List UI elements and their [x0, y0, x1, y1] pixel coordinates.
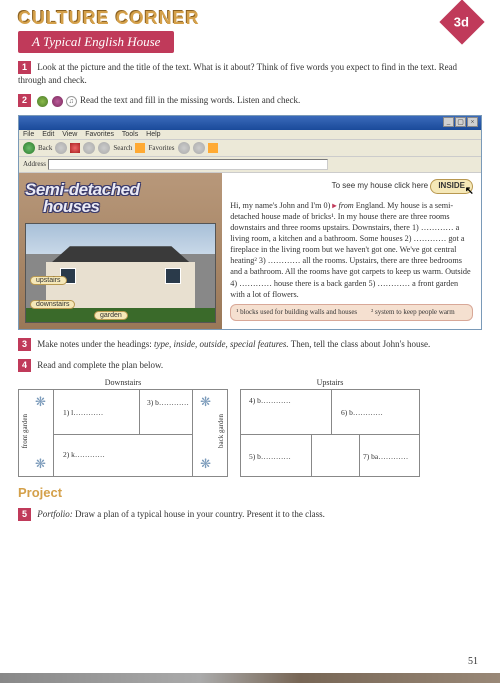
- browser-address-bar: Address: [19, 157, 481, 173]
- task-1: 1 Look at the picture and the title of t…: [18, 61, 482, 86]
- cursor-icon: ↖: [465, 184, 474, 199]
- stop-icon[interactable]: [70, 143, 80, 153]
- browser-titlebar: _ ▢ ×: [19, 116, 481, 130]
- plan-label-4: 4) b…………: [249, 396, 291, 405]
- bottom-strip: [0, 673, 500, 683]
- menu-tools[interactable]: Tools: [122, 131, 138, 138]
- forward-icon[interactable]: [55, 142, 67, 154]
- task-number: 3: [18, 338, 31, 351]
- article-body: Hi, my name's John and I'm 0) ▸ from Eng…: [230, 200, 473, 300]
- unit-badge: 3d: [439, 0, 484, 45]
- menu-view[interactable]: View: [62, 131, 77, 138]
- browser-window: _ ▢ × File Edit View Favorites Tools Hel…: [18, 115, 482, 330]
- label-downstairs: downstairs: [30, 300, 75, 309]
- page-header: 3d CULTURE CORNER A Typical English Hous…: [18, 8, 482, 53]
- browser-menubar: File Edit View Favorites Tools Help: [19, 130, 481, 139]
- menu-help[interactable]: Help: [146, 131, 160, 138]
- plan-label-1: 1) l…………: [63, 408, 103, 417]
- task-number: 2: [18, 94, 31, 107]
- task-number: 5: [18, 508, 31, 521]
- inside-row: To see my house click here INSIDE ↖: [230, 179, 473, 194]
- culture-corner-title: CULTURE CORNER: [18, 8, 482, 29]
- menu-file[interactable]: File: [23, 131, 34, 138]
- floor-plans: Downstairs front garden back garden ❋ ❋ …: [18, 378, 482, 477]
- tree-icon: ❋: [35, 394, 46, 410]
- article-title-line2: houses: [43, 198, 216, 215]
- headphones-icon: ♫: [66, 96, 77, 107]
- task-number: 4: [18, 359, 31, 372]
- browser-content: Semi-detached houses upstairs downstairs…: [19, 173, 481, 329]
- favorites-label[interactable]: Favorites: [148, 144, 174, 152]
- house-image: upstairs downstairs garden: [25, 223, 216, 323]
- plan-label-2: 2) k…………: [63, 450, 105, 459]
- page-number: 51: [468, 656, 478, 667]
- label-upstairs: upstairs: [30, 276, 67, 285]
- menu-favorites[interactable]: Favorites: [85, 131, 114, 138]
- home-icon[interactable]: [98, 142, 110, 154]
- footnote-2: ² system to keep people warm: [371, 308, 455, 317]
- history-icon[interactable]: [193, 142, 205, 154]
- upstairs-plan-wrapper: Upstairs 4) b………… 6) b………… 5) b………… 7) b…: [240, 378, 420, 477]
- footnote-1: ¹ blocks used for building walls and hou…: [236, 308, 357, 317]
- menu-edit[interactable]: Edit: [42, 131, 54, 138]
- plan-label-3: 3) b…………: [147, 398, 189, 407]
- search-label[interactable]: Search: [113, 144, 132, 152]
- footnotes: ¹ blocks used for building walls and hou…: [230, 304, 473, 321]
- downstairs-plan-wrapper: Downstairs front garden back garden ❋ ❋ …: [18, 378, 228, 477]
- task-3: 3 Make notes under the headings: type, i…: [18, 338, 482, 351]
- plan-label-7: 7) ba…………: [363, 452, 408, 461]
- project-heading: Project: [18, 485, 482, 500]
- tree-icon: ❋: [200, 456, 211, 472]
- minimize-button[interactable]: _: [443, 117, 454, 127]
- task-5: 5 Portfolio: Draw a plan of a typical ho…: [18, 508, 482, 521]
- task-text: Look at the picture and the title of the…: [18, 62, 457, 85]
- favorites-icon[interactable]: [135, 143, 145, 153]
- address-input[interactable]: [48, 159, 328, 170]
- tree-icon: ❋: [35, 456, 46, 472]
- article-title-line1: Semi-detached: [25, 181, 216, 198]
- lesson-subtitle: A Typical English House: [18, 31, 174, 53]
- maximize-button[interactable]: ▢: [455, 117, 466, 127]
- back-icon[interactable]: [23, 142, 35, 154]
- plan-label-6: 6) b…………: [341, 408, 383, 417]
- media-icon[interactable]: [178, 142, 190, 154]
- upstairs-title: Upstairs: [240, 378, 420, 387]
- upstairs-plan: 4) b………… 6) b………… 5) b………… 7) ba…………: [240, 389, 420, 477]
- front-garden-label: front garden: [21, 414, 29, 448]
- article-right-panel: To see my house click here INSIDE ↖ Hi, …: [222, 173, 481, 329]
- task-2: 2 ♫ Read the text and fill in the missin…: [18, 94, 482, 107]
- back-label: Back: [38, 144, 52, 152]
- task-text: Read the text and fill in the missing wo…: [80, 95, 300, 105]
- downstairs-title: Downstairs: [18, 378, 228, 387]
- back-garden-label: back garden: [217, 414, 225, 448]
- label-garden: garden: [94, 311, 128, 320]
- task-4: 4 Read and complete the plan below.: [18, 359, 482, 372]
- tree-icon: ❋: [200, 394, 211, 410]
- mail-icon[interactable]: [208, 143, 218, 153]
- browser-toolbar: Back Search Favorites: [19, 139, 481, 157]
- task-icons: ♫: [37, 95, 78, 107]
- refresh-icon[interactable]: [83, 142, 95, 154]
- cd-icon: [52, 96, 63, 107]
- article-left-panel: Semi-detached houses upstairs downstairs…: [19, 173, 222, 329]
- task-number: 1: [18, 61, 31, 74]
- audio-icon: [37, 96, 48, 107]
- address-label: Address: [23, 160, 46, 168]
- inside-button[interactable]: INSIDE ↖: [430, 179, 473, 194]
- inside-text: To see my house click here: [332, 181, 429, 190]
- downstairs-plan: front garden back garden ❋ ❋ ❋ ❋ 1) l…………: [18, 389, 228, 477]
- close-button[interactable]: ×: [467, 117, 478, 127]
- plan-label-5: 5) b…………: [249, 452, 291, 461]
